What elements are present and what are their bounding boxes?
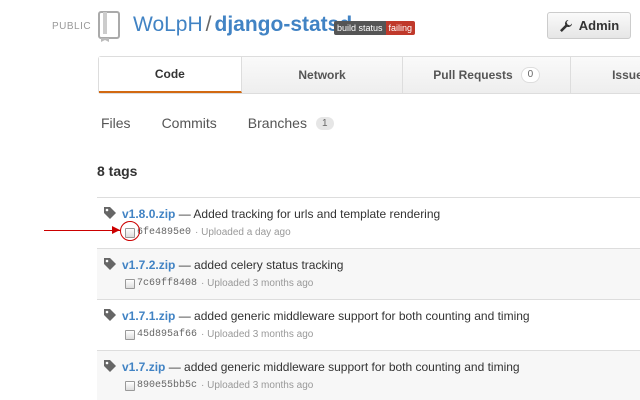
commit-sha-link[interactable]: 7c69ff8408: [137, 278, 197, 289]
tag-download-link[interactable]: v1.7.zip: [122, 360, 165, 374]
subnav: Files Commits Branches 1: [101, 115, 334, 131]
tag-icon: [104, 258, 116, 270]
commit-icon: [125, 380, 135, 391]
tag-list: v1.8.0.zip — Added tracking for urls and…: [97, 197, 640, 400]
tag-download-link[interactable]: v1.7.1.zip: [122, 309, 175, 323]
tag-message: — added generic middleware support for b…: [178, 309, 530, 323]
build-status-value: failing: [385, 21, 416, 35]
tag-item: v1.7.1.zip — added generic middleware su…: [97, 299, 640, 350]
subnav-files[interactable]: Files: [101, 115, 131, 131]
tag-meta-line: 890e55bb5c · Uploaded 3 months ago: [125, 380, 313, 391]
tab-issues-label: Issues: [612, 68, 640, 82]
tag-title-line: v1.7.1.zip — added generic middleware su…: [122, 309, 530, 323]
uploaded-time: · Uploaded 3 months ago: [201, 329, 314, 340]
build-status-badge[interactable]: build status failing: [334, 21, 416, 35]
commit-sha-link[interactable]: 45d895af66: [137, 329, 197, 340]
tab-pull-requests-label: Pull Requests: [433, 68, 513, 82]
commit-sha-link[interactable]: 6fe4895e0: [137, 227, 191, 238]
tag-meta-line: 6fe4895e0 · Uploaded a day ago: [125, 227, 291, 238]
tag-icon: [104, 207, 116, 219]
tab-network-label: Network: [298, 68, 346, 82]
commit-icon: [125, 278, 135, 289]
annotation-circle: [120, 221, 140, 241]
repo-name-link[interactable]: django-statsd: [215, 13, 353, 36]
repo-separator: /: [205, 13, 212, 36]
tag-title-line: v1.8.0.zip — Added tracking for urls and…: [122, 207, 440, 221]
subnav-branches[interactable]: Branches: [248, 115, 307, 131]
repo-title: WoLpH / django-statsd: [133, 13, 352, 37]
uploaded-time: · Uploaded 3 months ago: [201, 278, 314, 289]
branches-count: 1: [315, 116, 334, 130]
tag-item: v1.8.0.zip — Added tracking for urls and…: [97, 197, 640, 248]
tag-message: — added celery status tracking: [178, 258, 344, 272]
tab-code[interactable]: Code: [99, 57, 242, 93]
annotation-arrow-line: [44, 230, 120, 231]
commit-icon: [125, 329, 135, 340]
uploaded-time: · Uploaded a day ago: [195, 227, 291, 238]
tag-meta-line: 7c69ff8408 · Uploaded 3 months ago: [125, 278, 313, 289]
tag-message: — added generic middleware support for b…: [168, 360, 520, 374]
tag-title-line: v1.7.2.zip — added celery status trackin…: [122, 258, 343, 272]
tag-download-link[interactable]: v1.7.2.zip: [122, 258, 175, 272]
build-status-label: build status: [334, 21, 386, 35]
admin-button-label: Admin: [578, 18, 620, 33]
tab-issues[interactable]: Issues: [571, 57, 640, 93]
subnav-commits[interactable]: Commits: [162, 115, 217, 131]
tab-pull-requests[interactable]: Pull Requests 0: [403, 57, 572, 93]
repo-owner-link[interactable]: WoLpH: [133, 13, 203, 36]
tag-title-line: v1.7.zip — added generic middleware supp…: [122, 360, 520, 374]
admin-button[interactable]: Admin: [547, 12, 631, 39]
tag-item: v1.7.zip — added generic middleware supp…: [97, 350, 640, 400]
tag-icon: [104, 360, 116, 372]
tag-message: — Added tracking for urls and template r…: [178, 207, 441, 221]
repo-tabs: Code Network Pull Requests 0 Issues: [98, 56, 640, 94]
tag-item: v1.7.2.zip — added celery status trackin…: [97, 248, 640, 299]
tag-icon: [104, 309, 116, 321]
pull-requests-count: 0: [520, 67, 541, 83]
annotation-arrowhead: [112, 226, 120, 234]
tag-download-link[interactable]: v1.8.0.zip: [122, 207, 175, 221]
tag-meta-line: 45d895af66 · Uploaded 3 months ago: [125, 329, 313, 340]
commit-sha-link[interactable]: 890e55bb5c: [137, 380, 197, 391]
wrench-icon: [559, 19, 572, 32]
public-label: PUBLIC: [52, 21, 92, 32]
uploaded-time: · Uploaded 3 months ago: [201, 380, 314, 391]
tags-heading: 8 tags: [97, 163, 138, 179]
repo-icon: [98, 11, 120, 42]
tab-network[interactable]: Network: [242, 57, 404, 93]
tab-code-label: Code: [154, 67, 185, 81]
